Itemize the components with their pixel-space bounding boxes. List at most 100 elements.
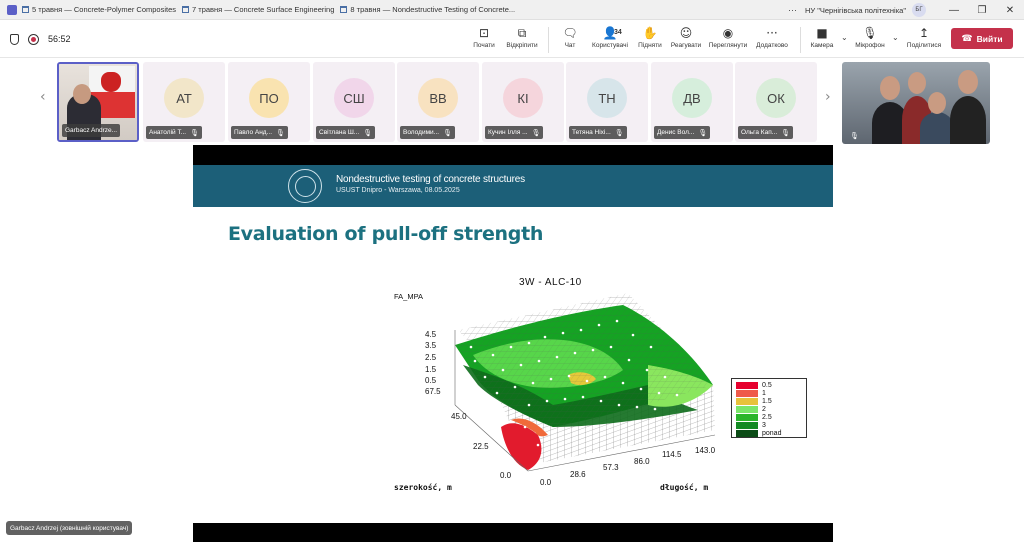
y-tick-label: 0.0 [540,478,552,487]
participant-tile[interactable]: ОК Ольга Кап... 🎙 [735,62,817,142]
restore-button[interactable]: ❐ [968,5,996,16]
y-tick-label: 143.0 [695,446,716,455]
legend-swatch [736,382,758,389]
participant-tile[interactable]: ПО Павло Анд... 🎙 [228,62,310,142]
close-button[interactable]: ✕ [996,5,1024,16]
meeting-tab-1[interactable]: 5 травня — Concrete-Polymer Composites [22,5,176,14]
legend-item: 2.5 [736,414,772,421]
more-options-icon[interactable]: ··· [788,5,797,15]
chat-icon: 🗨 [562,26,578,40]
shield-icon[interactable] [10,34,19,45]
legend-swatch [736,414,758,421]
smiley-icon: ☺ [679,26,693,40]
slide-letterbox-top [193,145,833,165]
window-titlebar: 5 травня — Concrete-Polymer Composites 7… [0,0,1024,20]
avatar: ДВ [672,78,712,118]
meeting-timer: 56:52 [48,34,71,44]
participant-name: Тетяна Ніхі... [572,129,611,136]
meeting-tab-1-label: 5 травня — Concrete-Polymer Composites [32,5,177,14]
calendar-icon [182,6,190,13]
ellipsis-icon: ··· [766,26,778,40]
user-avatar[interactable]: БГ [912,3,926,17]
participant-tile[interactable]: АТ Анатолій Т... 🎙 [143,62,225,142]
self-video[interactable]: 🎙 [842,62,990,144]
participant-name-tag: Анатолій Т... 🎙 [146,126,203,139]
meeting-toolbar: 56:52 ⊡ Почати ⧉ Відкріпити 🗨 Чат 👤 34 Корист… [0,21,1024,58]
camera-options-chevron-icon[interactable]: ⌄ [841,33,848,42]
meeting-tab-3[interactable]: 8 травня — Nondestructive Testing of Con… [340,5,515,14]
mic-muted-icon: 🎙 [276,129,285,137]
legend-swatch [736,398,758,405]
legend-item: 1.5 [736,398,772,405]
z-tick-label: 3.5 [425,341,437,350]
microphone-label: Мікрофон [855,42,885,49]
view-icon: ◉ [722,26,734,40]
z-tick-label: 0.5 [425,376,437,385]
avatar: ПО [249,78,289,118]
more-label: Додатково [756,42,788,49]
calendar-icon [340,6,348,13]
legend-label: 1.5 [762,398,772,405]
titlebar-right: ··· НУ "Чернігівська політехніка" БГ — ❐… [788,0,1024,20]
microphone-options-chevron-icon[interactable]: ⌄ [892,33,899,42]
speaker-head [73,84,91,104]
legend-swatch [736,422,758,429]
mic-muted-icon: 🎙 [614,129,624,137]
mic-muted-icon: 🎙 [850,133,859,140]
person-body [950,96,986,144]
participant-tile-speaker[interactable]: Garbacz Andrze... [57,62,139,142]
chart-legend: 0.5 1 1.5 2 2.5 3 ponad [731,378,807,438]
legend-swatch [736,390,758,397]
camera-icon: ■ [816,26,828,40]
unpin-button[interactable]: ⧉ Відкріпити [500,24,544,49]
chevron-right-icon[interactable]: › [825,89,831,105]
participant-name-tag: Ольга Кап... 🎙 [738,126,794,139]
legend-label: 2.5 [762,414,772,421]
camera-button[interactable]: ■ Камера [800,24,844,49]
avatar: СШ [334,78,374,118]
react-label: Реагувати [670,42,702,49]
more-button[interactable]: ··· Додатково [750,24,794,49]
legend-item: 3 [736,422,766,429]
participant-tile[interactable]: ВВ Володими... 🎙 [397,62,479,142]
participant-strip: ‹ Garbacz Andrze... АТ Анатолій Т... 🎙 ПО… [0,59,1024,145]
avatar: ТН [587,78,627,118]
participants-button[interactable]: 👤 34 Користувачі [588,24,632,49]
legend-item: ponad [736,430,781,437]
unpin-label: Відкріпити [506,42,538,49]
participant-name: Кучин Ілля ... [488,129,528,136]
share-button[interactable]: ↥ Поділитися [902,24,946,49]
z-tick-label: 2.5 [425,353,437,362]
y-tick-label: 28.6 [570,470,586,479]
y-tick-label: 57.3 [603,463,619,472]
view-button[interactable]: ◉ Переглянути [706,24,750,49]
microphone-muted-icon: 🎙 [862,26,878,40]
microphone-button[interactable]: 🎙 Мікрофон [848,24,892,49]
chat-button[interactable]: 🗨 Чат [548,24,592,49]
legend-swatch [736,430,758,437]
participant-name-tag: Тетяна Ніхі... 🎙 [569,126,627,139]
participant-tile[interactable]: ДВ Денис Вол... 🎙 [651,62,733,142]
participant-tile[interactable]: ТН Тетяна Ніхі... 🎙 [566,62,648,142]
person-head [928,92,946,114]
meeting-tab-2[interactable]: 7 травня — Concrete Surface Engineering [182,5,334,14]
participant-name: Павло Анд... [234,129,273,136]
minimize-button[interactable]: — [940,5,968,16]
react-button[interactable]: ☺ Реагувати [664,24,708,49]
legend-item: 2 [736,406,766,413]
participant-tile[interactable]: КІ Кучин Ілля ... 🎙 [482,62,564,142]
teams-icon [7,4,17,15]
chat-label: Чат [564,42,576,49]
mic-muted-icon: 🎙 [443,129,452,137]
y-tick-label: 114.5 [662,450,682,459]
mic-muted-icon: 🎙 [363,129,373,137]
participant-name: Володими... [403,129,440,136]
chevron-left-icon[interactable]: ‹ [40,89,46,105]
share-icon: ↥ [918,26,930,40]
mic-muted-icon: 🎙 [531,129,541,137]
participant-tile[interactable]: СШ Світлана Ш... 🎙 [313,62,395,142]
y-tick-label: 86.0 [634,457,650,466]
legend-label: ponad [762,430,782,437]
leave-button[interactable]: ☎ Вийти [951,28,1013,49]
mic-muted-icon: 🎙 [781,129,791,137]
